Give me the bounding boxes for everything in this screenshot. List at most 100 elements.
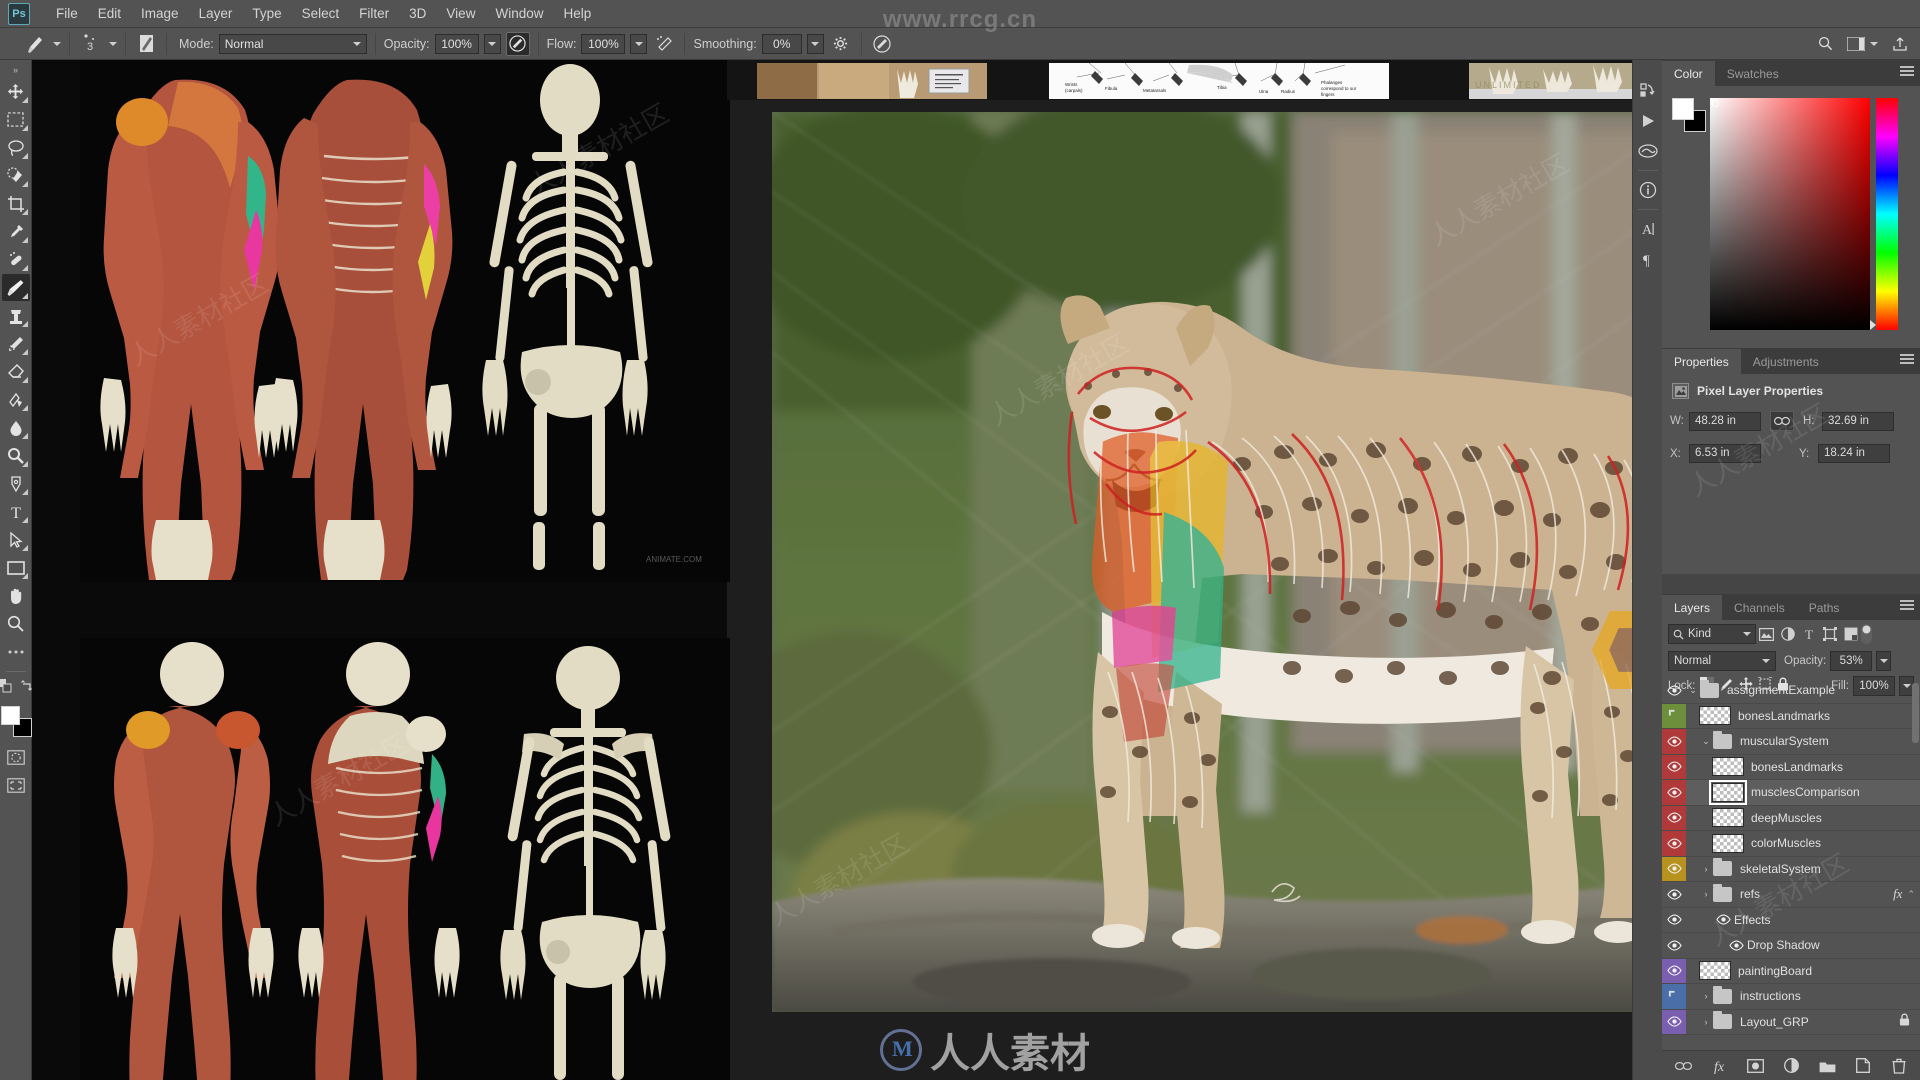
info-icon[interactable] — [1635, 175, 1661, 205]
layer-list[interactable]: ⌄ assignmentExample bonesLandmarks ⌄ muscula… — [1662, 678, 1920, 1040]
search-icon[interactable] — [1813, 32, 1837, 56]
y-input[interactable]: 18.24 in — [1818, 444, 1890, 463]
new-layer-icon[interactable] — [1855, 1057, 1872, 1074]
eyedropper-tool[interactable] — [2, 218, 30, 245]
menu-view[interactable]: View — [436, 4, 485, 23]
layer-row[interactable]: Drop Shadow — [1662, 933, 1920, 959]
smoothing-options-gear-icon[interactable] — [829, 32, 853, 56]
layer-row[interactable]: Effects — [1662, 908, 1920, 933]
tab-color[interactable]: Color — [1662, 61, 1715, 86]
eraser-tool[interactable] — [2, 358, 30, 385]
menu-edit[interactable]: Edit — [88, 4, 131, 23]
chevron-down-icon[interactable]: ⌄ — [1686, 685, 1700, 696]
workflow-icon[interactable] — [1635, 76, 1661, 106]
workspace-switcher[interactable] — [1847, 36, 1878, 51]
layer-row[interactable]: paintingBoard — [1662, 958, 1920, 984]
layer-thumbnail[interactable] — [1712, 757, 1744, 777]
horizontal-type-tool[interactable]: T — [2, 498, 30, 525]
layer-row[interactable]: deepMuscles — [1662, 805, 1920, 831]
layer-row[interactable]: › refs fx ⌃ — [1662, 882, 1920, 908]
height-input[interactable]: 32.69 in — [1822, 411, 1894, 431]
dodge-tool[interactable] — [2, 442, 30, 469]
effects-collapse-icon[interactable]: ⌃ — [1907, 889, 1915, 900]
tab-paths[interactable]: Paths — [1797, 595, 1852, 620]
chevron-right-icon[interactable]: › — [1699, 1017, 1713, 1027]
shape-filter-icon[interactable] — [1819, 624, 1840, 644]
pixel-filter-icon[interactable] — [1756, 624, 1777, 644]
flow-input[interactable]: 100% — [581, 33, 626, 54]
reference-thumb-2-bone-diagram[interactable]: Wrists (carpals) Fibula Metatarsals Tibia U… — [1049, 63, 1389, 99]
play-icon[interactable] — [1635, 106, 1661, 136]
menu-help[interactable]: Help — [553, 4, 601, 23]
hue-strip[interactable] — [1876, 98, 1898, 330]
edit-toolbar-tool[interactable] — [2, 638, 30, 665]
layer-visibility-icon[interactable] — [1662, 1009, 1686, 1034]
layer-visibility-off-icon[interactable] — [1662, 703, 1686, 728]
tab-layers[interactable]: Layers — [1662, 595, 1723, 620]
blur-tool[interactable] — [2, 414, 30, 441]
layer-row[interactable]: bonesLandmarks — [1662, 703, 1920, 729]
default-colors-icon[interactable] — [0, 679, 12, 698]
pen-tool[interactable] — [2, 470, 30, 497]
layer-visibility-icon[interactable] — [1662, 882, 1686, 907]
tab-properties[interactable]: Properties — [1662, 349, 1741, 374]
add-layer-style-icon[interactable]: fx — [1711, 1057, 1728, 1074]
foreground-color-swatch[interactable] — [0, 706, 20, 725]
hand-tool[interactable] — [2, 582, 30, 609]
opacity-input[interactable]: 100% — [434, 33, 479, 54]
layer-visibility-icon[interactable] — [1662, 678, 1686, 703]
color-panel[interactable] — [1662, 86, 1920, 348]
clone-stamp-tool[interactable] — [2, 302, 30, 329]
properties-panel-menu-icon[interactable] — [1900, 354, 1914, 366]
menu-select[interactable]: Select — [292, 4, 350, 23]
color-field[interactable] — [1710, 98, 1870, 330]
photoshop-logo[interactable]: Ps — [8, 2, 30, 25]
layer-visibility-icon[interactable] — [1662, 933, 1686, 958]
new-adjustment-layer-icon[interactable] — [1783, 1057, 1800, 1074]
color-swatches[interactable] — [0, 706, 32, 737]
effect-visibility-icon[interactable] — [1712, 914, 1734, 925]
blend-mode-select[interactable]: Normal — [218, 33, 367, 54]
rectangle-tool[interactable] — [2, 554, 30, 581]
lasso-tool[interactable] — [2, 134, 30, 161]
layer-thumbnail[interactable] — [1709, 779, 1747, 805]
menu-file[interactable]: File — [46, 4, 88, 23]
layer-visibility-icon[interactable] — [1662, 831, 1686, 856]
menu-3d[interactable]: 3D — [399, 4, 436, 23]
path-selection-tool[interactable] — [2, 526, 30, 553]
document-canvas[interactable]: ANIMATE.COM Wrists (carpals) Fibula Meta… — [32, 60, 1662, 1080]
chevron-right-icon[interactable]: › — [1699, 864, 1713, 874]
layer-row[interactable]: › Layout_GRP — [1662, 1009, 1920, 1035]
layer-row[interactable]: › skeletalSystem — [1662, 856, 1920, 882]
width-input[interactable]: 48.28 in — [1689, 411, 1761, 431]
paragraph-icon[interactable]: ¶ — [1635, 244, 1661, 274]
opacity-stepper[interactable] — [483, 33, 501, 54]
brush-preset-picker[interactable] — [22, 33, 61, 55]
reference-thumb-3[interactable]: UNLIMITED — [1469, 63, 1644, 99]
add-layer-mask-icon[interactable] — [1746, 1057, 1764, 1074]
toolbar-collapse-button[interactable]: » — [0, 62, 32, 78]
layer-thumbnail[interactable] — [1699, 706, 1731, 726]
layer-row[interactable]: musclesComparison — [1662, 779, 1920, 806]
delete-layer-icon[interactable] — [1891, 1057, 1908, 1074]
layer-opacity-input[interactable]: 53% — [1830, 650, 1873, 671]
crop-tool[interactable] — [2, 190, 30, 217]
smoothing-input[interactable]: 0% — [761, 33, 802, 54]
color-field-picker-handle[interactable] — [1712, 100, 1719, 107]
airbrush-toggle-icon[interactable] — [652, 32, 676, 56]
color-panel-foreground-swatch[interactable] — [1672, 98, 1694, 120]
smartobject-filter-icon[interactable] — [1840, 624, 1861, 644]
color-panel-menu-icon[interactable] — [1900, 66, 1914, 78]
layer-visibility-icon[interactable] — [1662, 805, 1686, 830]
tab-adjustments[interactable]: Adjustments — [1741, 349, 1831, 374]
new-group-icon[interactable] — [1819, 1057, 1836, 1074]
menu-type[interactable]: Type — [242, 4, 291, 23]
layer-visibility-icon[interactable] — [1662, 908, 1686, 933]
character-icon[interactable]: A — [1635, 214, 1661, 244]
menu-layer[interactable]: Layer — [189, 4, 243, 23]
type-filter-icon[interactable]: T — [1798, 624, 1819, 644]
layer-row[interactable]: › instructions — [1662, 984, 1920, 1010]
move-tool[interactable] — [2, 78, 30, 105]
layer-row[interactable]: colorMuscles — [1662, 831, 1920, 857]
creative-cloud-icon[interactable] — [1635, 136, 1661, 166]
